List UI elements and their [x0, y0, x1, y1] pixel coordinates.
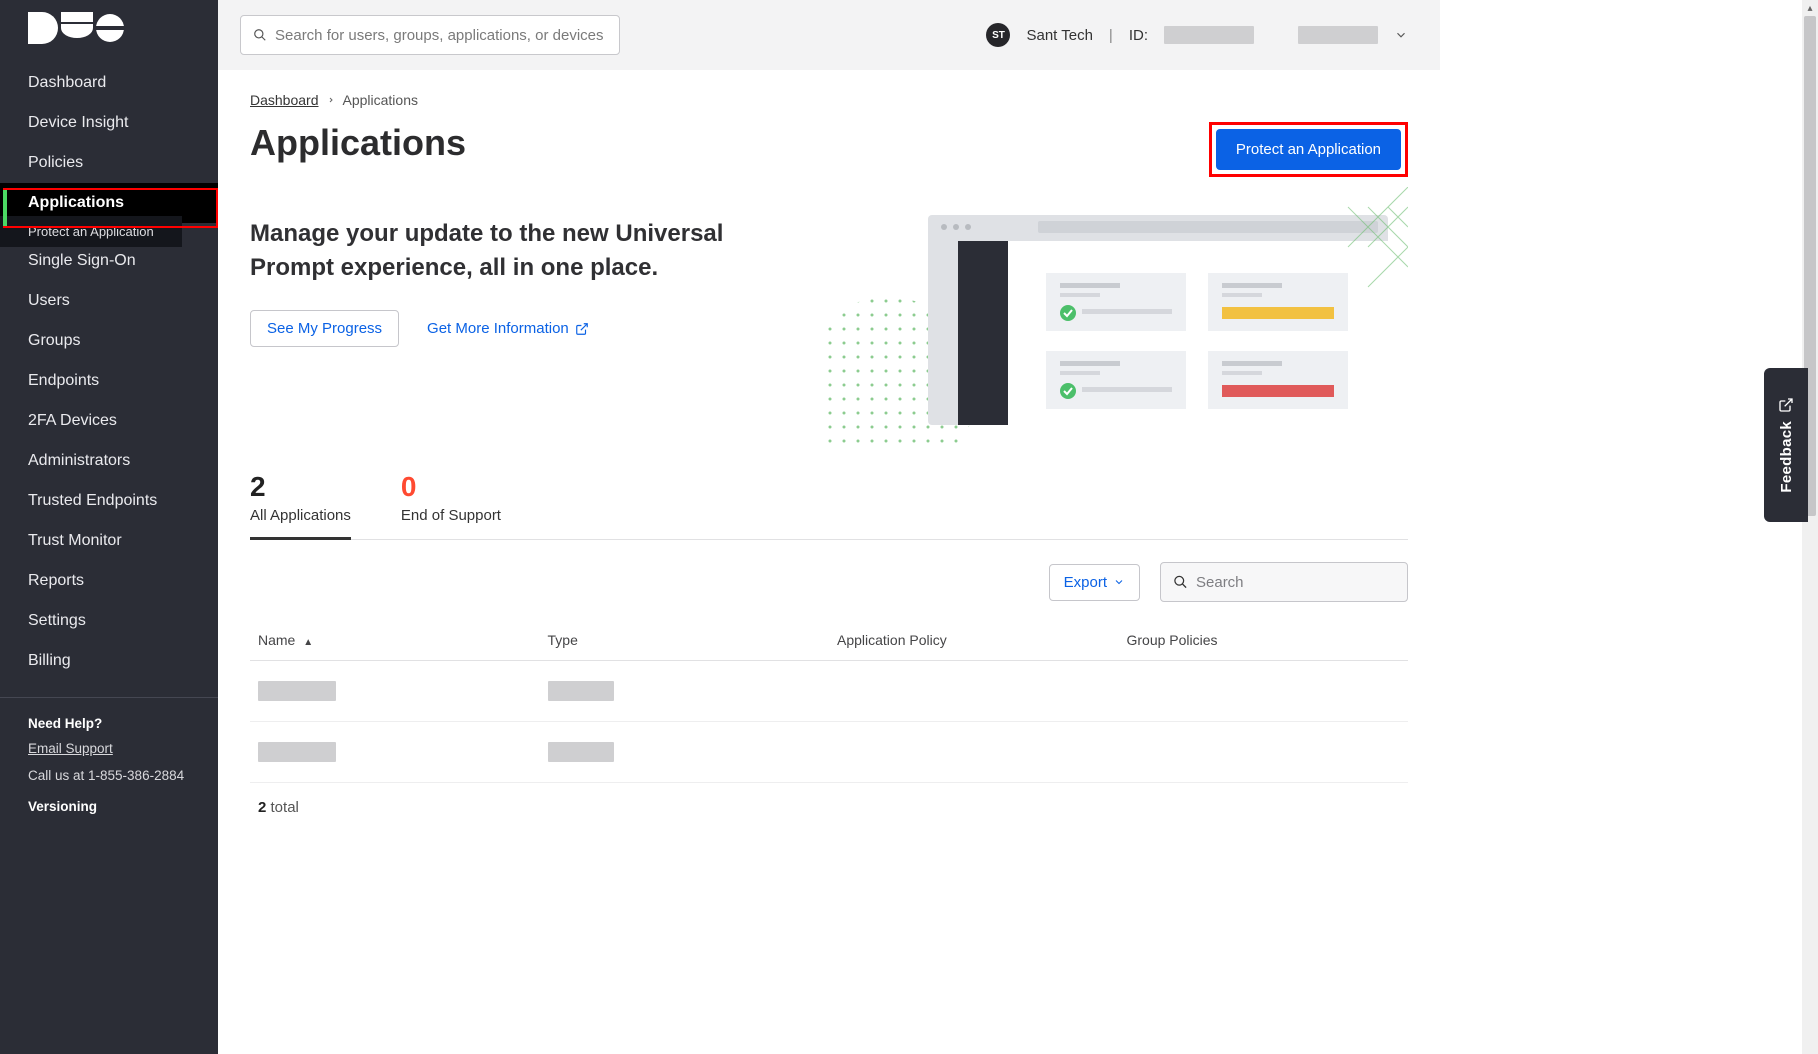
sidebar-item-policies[interactable]: Policies — [0, 143, 218, 183]
table-total: 2 total — [250, 783, 1408, 832]
filter-tabs: 2 All Applications 0 End of Support — [250, 471, 1408, 540]
breadcrumb-root[interactable]: Dashboard — [250, 92, 319, 108]
redacted-cell — [258, 742, 336, 762]
account-name[interactable]: Sant Tech — [1026, 27, 1092, 44]
sidebar-item-device-insight[interactable]: Device Insight — [0, 103, 218, 143]
col-type[interactable]: Type — [540, 620, 830, 661]
logo-icon — [28, 12, 124, 44]
main-content: ST Sant Tech | ID: Dashboard Application… — [218, 0, 1440, 1054]
topbar-divider: | — [1109, 27, 1113, 44]
table-row[interactable] — [250, 722, 1408, 783]
topbar: ST Sant Tech | ID: — [218, 0, 1440, 70]
feedback-tab[interactable]: Feedback — [1764, 368, 1808, 522]
more-info-label: Get More Information — [427, 320, 569, 337]
global-search-input[interactable] — [275, 27, 607, 44]
chevron-down-icon[interactable] — [1394, 28, 1408, 42]
tab-eos-count: 0 — [401, 471, 501, 503]
page-title: Applications — [250, 122, 466, 164]
sidebar-item-reports[interactable]: Reports — [0, 561, 218, 601]
browser-scrollbar[interactable]: ▴ — [1802, 0, 1818, 1054]
redacted-cell — [258, 681, 336, 701]
protect-application-button[interactable]: Protect an Application — [1216, 129, 1401, 170]
sidebar-item-trusted-endpoints[interactable]: Trusted Endpoints — [0, 481, 218, 521]
promo-illustration — [790, 217, 1408, 447]
chevron-right-icon — [327, 96, 335, 104]
help-phone: Call us at 1-855-386-2884 — [28, 768, 190, 783]
promo-heading: Manage your update to the new Universal … — [250, 217, 750, 284]
more-info-link[interactable]: Get More Information — [427, 320, 589, 337]
col-name[interactable]: Name ▲ — [250, 620, 540, 661]
table-search[interactable] — [1160, 562, 1408, 602]
chevron-down-icon — [1113, 576, 1125, 588]
sidebar-item-dashboard[interactable]: Dashboard — [0, 63, 218, 103]
external-link-icon — [1778, 397, 1794, 413]
sidebar-nav: Dashboard Device Insight Policies Applic… — [0, 55, 218, 681]
sidebar: Dashboard Device Insight Policies Applic… — [0, 0, 218, 1054]
table-row[interactable] — [250, 661, 1408, 722]
search-icon — [1173, 573, 1188, 591]
table-search-input[interactable] — [1196, 574, 1395, 591]
sidebar-help: Need Help? Email Support Call us at 1-85… — [0, 697, 218, 842]
feedback-label: Feedback — [1778, 421, 1795, 493]
versioning-heading: Versioning — [28, 799, 190, 814]
sidebar-item-2fa-devices[interactable]: 2FA Devices — [0, 401, 218, 441]
sidebar-item-billing[interactable]: Billing — [0, 641, 218, 681]
applications-table: Name ▲ Type Application Policy Group Pol… — [250, 620, 1408, 783]
redacted-cell — [548, 681, 614, 701]
sidebar-item-groups[interactable]: Groups — [0, 321, 218, 361]
total-label: total — [266, 799, 299, 816]
breadcrumb: Dashboard Applications — [250, 92, 1408, 108]
col-group-policies[interactable]: Group Policies — [1119, 620, 1409, 661]
redacted-cell — [548, 742, 614, 762]
tab-eos-label: End of Support — [401, 507, 501, 524]
sort-asc-icon: ▲ — [303, 637, 313, 648]
col-name-label: Name — [258, 632, 295, 648]
help-title: Need Help? — [28, 716, 190, 731]
active-nav-indicator — [3, 190, 7, 226]
global-search[interactable] — [240, 15, 620, 55]
sidebar-item-users[interactable]: Users — [0, 281, 218, 321]
col-app-policy[interactable]: Application Policy — [829, 620, 1119, 661]
annotation-highlight-button: Protect an Application — [1209, 122, 1408, 177]
redacted-id — [1164, 26, 1254, 44]
avatar[interactable]: ST — [986, 23, 1010, 47]
email-support-link[interactable]: Email Support — [28, 741, 190, 756]
sidebar-item-endpoints[interactable]: Endpoints — [0, 361, 218, 401]
sidebar-item-settings[interactable]: Settings — [0, 601, 218, 641]
see-progress-button[interactable]: See My Progress — [250, 310, 399, 347]
external-link-icon — [575, 322, 589, 336]
search-icon — [253, 28, 267, 42]
export-label: Export — [1064, 574, 1107, 591]
sidebar-item-sso[interactable]: Single Sign-On — [0, 241, 218, 281]
tab-all-count: 2 — [250, 471, 351, 503]
breadcrumb-current: Applications — [343, 92, 419, 108]
tab-all-applications[interactable]: 2 All Applications — [250, 471, 351, 539]
redacted-account-menu[interactable] — [1298, 26, 1378, 44]
export-button[interactable]: Export — [1049, 564, 1140, 601]
sidebar-sub-protect-application[interactable]: Protect an Application — [0, 216, 182, 247]
scroll-up-icon[interactable]: ▴ — [1802, 0, 1818, 16]
sidebar-item-administrators[interactable]: Administrators — [0, 441, 218, 481]
sidebar-item-trust-monitor[interactable]: Trust Monitor — [0, 521, 218, 561]
duo-logo — [0, 0, 218, 55]
tab-end-of-support[interactable]: 0 End of Support — [401, 471, 501, 539]
tab-all-label: All Applications — [250, 507, 351, 524]
id-label: ID: — [1129, 27, 1148, 44]
